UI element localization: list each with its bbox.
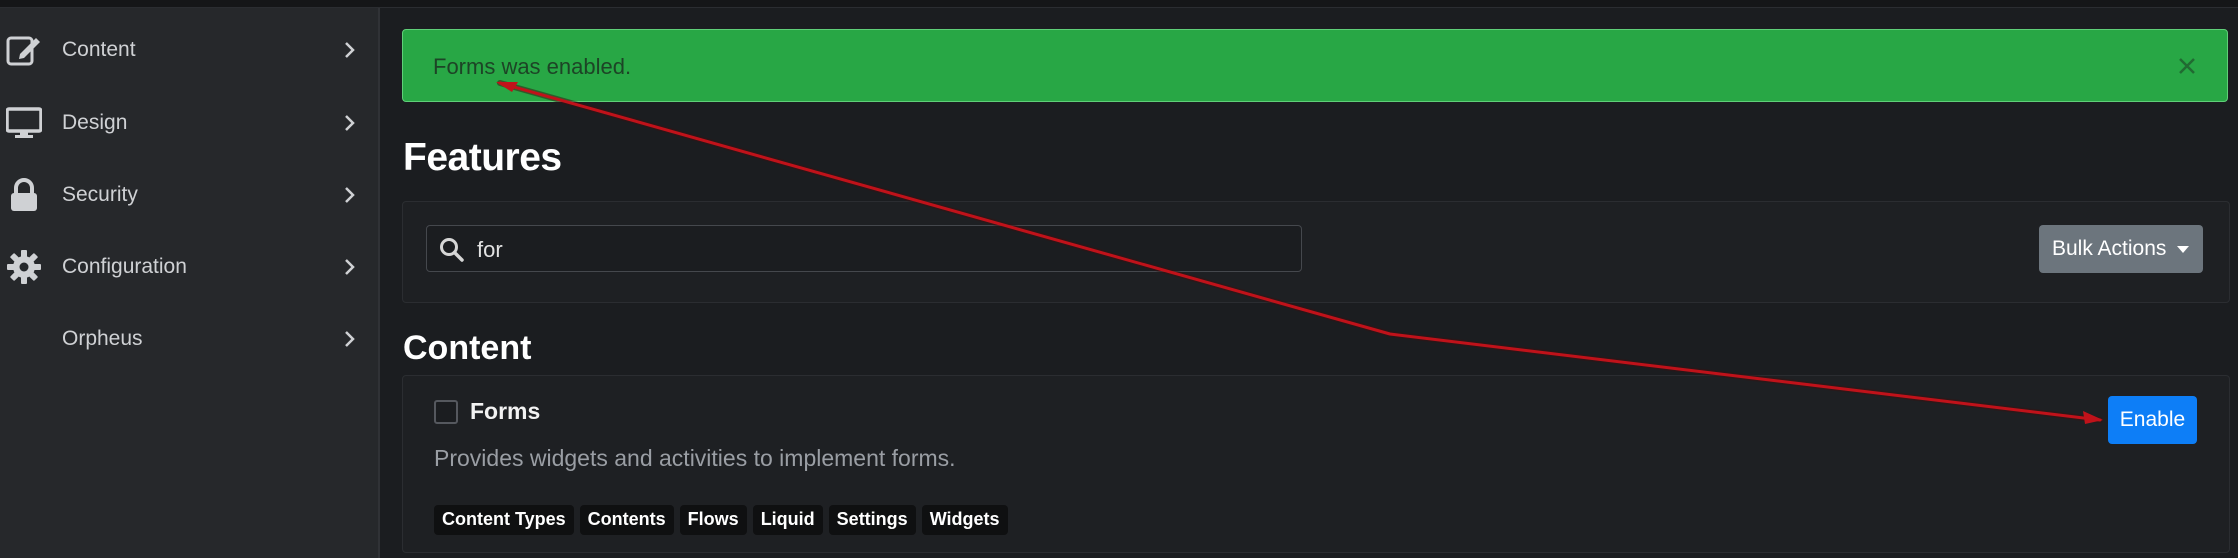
close-icon[interactable] [2177,56,2197,76]
sidebar-item-label: Security [62,183,138,206]
search-input[interactable] [475,232,1279,267]
chevron-right-icon [345,187,355,203]
sidebar-item-design[interactable]: Design [0,87,378,159]
sidebar-item-configuration[interactable]: Configuration [0,231,378,303]
bulk-actions-button[interactable]: Bulk Actions [2039,225,2203,273]
sidebar-item-content[interactable]: Content [0,14,378,86]
sidebar-item-security[interactable]: Security [0,159,378,231]
feature-title: Forms [470,398,541,424]
sidebar-item-label: Design [62,111,128,134]
lock-icon [11,178,37,211]
feature-description: Provides widgets and activities to imple… [434,445,956,471]
sidebar-item-label: Content [62,38,136,61]
edit-icon [6,36,40,66]
feature-checkbox[interactable] [434,400,458,424]
gear-icon [7,250,41,284]
chevron-right-icon [345,42,355,58]
sidebar-item-label: Orpheus [62,327,143,350]
chevron-right-icon [345,259,355,275]
top-border [0,0,2238,8]
sidebar-item-orpheus[interactable]: Orpheus [0,303,378,375]
success-alert: Forms was enabled. [402,29,2228,102]
feature-tags: Content Types Contents Flows Liquid Sett… [434,505,1008,535]
tag-badge: Settings [828,505,916,535]
sidebar-item-label: Configuration [62,255,187,278]
admin-sidebar: Content Design Security Configuration Or… [0,8,380,558]
page-title: Features [403,136,562,179]
section-title: Content [403,329,532,367]
search-box[interactable] [426,225,1302,272]
tag-badge: Widgets [921,505,1008,535]
search-icon [440,238,464,262]
tag-badge: Flows [679,505,747,535]
caret-down-icon [2177,246,2189,253]
enable-button[interactable]: Enable [2108,396,2197,444]
chevron-right-icon [345,115,355,131]
chevron-right-icon [345,331,355,347]
monitor-icon [6,107,42,138]
tag-badge: Liquid [752,505,823,535]
alert-message: Forms was enabled. [433,54,632,79]
tag-badge: Content Types [434,505,574,535]
main-content: Forms was enabled. Features Bulk Actions… [380,8,2238,558]
tag-badge: Contents [579,505,674,535]
bulk-actions-label: Bulk Actions [2052,237,2167,260]
